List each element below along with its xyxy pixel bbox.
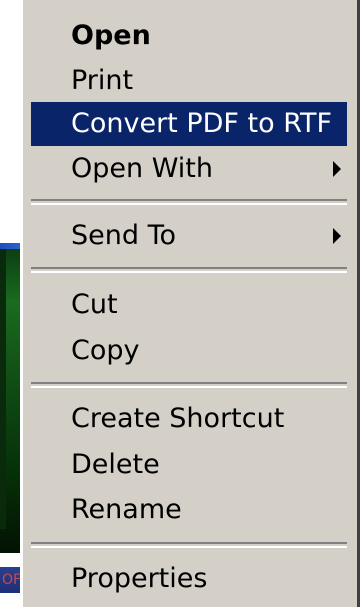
menu-item-label: Rename [71,494,182,525]
menu-item-print[interactable]: Print [31,59,347,103]
menu-item-label: Convert PDF to RTF [71,108,333,139]
menu-item-open-with[interactable]: Open With [31,147,347,191]
background-window-edge [0,249,6,529]
menu-item-label: Print [71,65,134,96]
menu-item-label: Copy [71,335,140,366]
submenu-arrow-icon [333,161,341,177]
menu-item-convert-pdf-to-rtf[interactable]: Convert PDF to RTF [31,102,347,146]
menu-separator [31,382,347,388]
menu-separator [31,542,347,548]
menu-item-label: Open With [71,153,214,184]
menu-item-open[interactable]: Open [31,14,347,58]
menu-item-label: Properties [71,563,208,594]
menu-item-label: Send To [71,220,177,251]
menu-item-copy[interactable]: Copy [31,329,347,373]
menu-item-properties[interactable]: Properties [31,557,347,601]
menu-item-send-to[interactable]: Send To [31,214,347,258]
submenu-arrow-icon [333,228,341,244]
menu-item-rename[interactable]: Rename [31,488,347,532]
menu-item-label: Cut [71,289,118,320]
menu-item-label: Delete [71,449,160,480]
menu-item-delete[interactable]: Delete [31,443,347,487]
menu-item-label: Open [71,20,151,51]
menu-separator [31,199,347,205]
taskbar-text: OF [2,572,22,588]
menu-item-create-shortcut[interactable]: Create Shortcut [31,397,347,441]
context-menu: Open Print Convert PDF to RTF Open With … [20,0,360,607]
menu-separator [31,267,347,273]
menu-item-label: Create Shortcut [71,403,285,434]
menu-item-cut[interactable]: Cut [31,283,347,327]
